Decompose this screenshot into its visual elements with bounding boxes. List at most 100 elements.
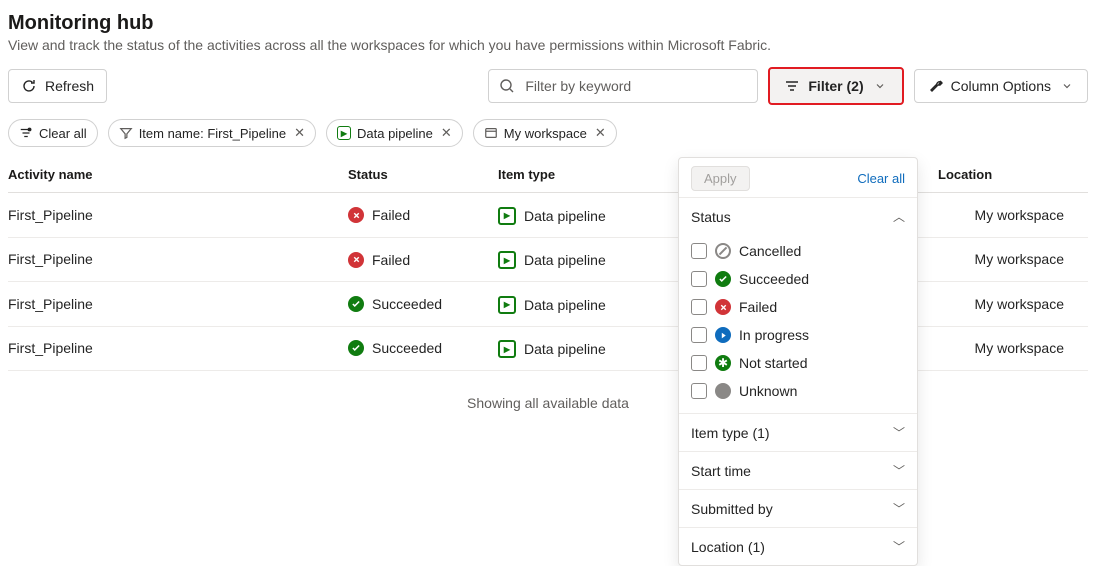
status-option-notstarted[interactable]: ✱ Not started [691, 349, 905, 377]
status-option-label: In progress [739, 327, 809, 343]
filter-chip-label: My workspace [504, 126, 587, 141]
apply-button[interactable]: Apply [691, 166, 750, 191]
cell-status: Succeeded [372, 296, 442, 312]
column-options-label: Column Options [951, 78, 1051, 94]
col-header-location[interactable]: Location [938, 157, 1088, 193]
panel-section-status-label: Status [691, 209, 731, 225]
activities-table: Activity name Status Item type Start Loc… [8, 157, 1088, 371]
search-input[interactable] [523, 77, 747, 95]
filter-chip-label: Item name: First_Pipeline [139, 126, 286, 141]
search-icon [499, 78, 515, 94]
close-icon[interactable]: ✕ [441, 125, 452, 141]
panel-clear-all-link[interactable]: Clear all [857, 171, 905, 186]
page-subtitle: View and track the status of the activit… [8, 37, 1088, 53]
status-option-label: Unknown [739, 383, 797, 399]
cell-item-type: Data pipeline [524, 252, 606, 268]
table-row[interactable]: First_PipelineFailedData pipeline3:40 PM… [8, 193, 1088, 238]
table-row[interactable]: First_PipelineFailedData pipeline4:15 PM… [8, 237, 1088, 282]
close-icon[interactable]: ✕ [294, 125, 305, 141]
status-option-label: Failed [739, 299, 777, 315]
cell-item-type: Data pipeline [524, 297, 606, 313]
chevron-down-icon: ﹀ [893, 538, 905, 555]
status-option-label: Succeeded [739, 271, 809, 287]
checkbox[interactable] [691, 355, 707, 371]
filter-chip-workspace[interactable]: My workspace ✕ [473, 119, 617, 147]
chevron-down-icon [872, 78, 888, 94]
pipeline-icon [498, 207, 516, 225]
filter-panel: Apply Clear all Status ︿ Cancelled Succee… [678, 157, 918, 566]
cell-status: Failed [372, 252, 410, 268]
col-header-status[interactable]: Status [348, 157, 498, 193]
filter-chip-datapipeline[interactable]: Data pipeline ✕ [326, 119, 463, 147]
chevron-down-icon: ﹀ [893, 462, 905, 479]
refresh-button[interactable]: Refresh [8, 69, 107, 103]
status-badge-icon [348, 340, 364, 356]
checkbox[interactable] [691, 299, 707, 315]
panel-section-itemtype-label: Item type (1) [691, 425, 770, 441]
status-badge-icon [348, 207, 364, 223]
table-row[interactable]: First_PipelineSucceededData pipeline6:08… [8, 326, 1088, 371]
pipeline-icon [498, 296, 516, 314]
footer-message: Showing all available data [8, 371, 1088, 419]
checkbox[interactable] [691, 327, 707, 343]
filter-chip-icon [119, 126, 133, 140]
status-option-failed[interactable]: Failed [691, 293, 905, 321]
filter-chip-itemname[interactable]: Item name: First_Pipeline ✕ [108, 119, 316, 147]
status-badge-icon [348, 296, 364, 312]
chevron-up-icon: ︿ [893, 208, 905, 225]
checkbox[interactable] [691, 243, 707, 259]
status-option-icon [715, 243, 731, 259]
filter-label: Filter (2) [808, 78, 863, 94]
checkbox[interactable] [691, 271, 707, 287]
panel-section-starttime[interactable]: Start time ﹀ [679, 451, 917, 489]
cell-location: My workspace [938, 282, 1088, 327]
panel-section-location-label: Location (1) [691, 539, 765, 555]
cell-status: Succeeded [372, 340, 442, 356]
cell-status: Failed [372, 207, 410, 223]
panel-section-status[interactable]: Status ︿ [679, 197, 917, 235]
column-options-button[interactable]: Column Options [914, 69, 1088, 103]
status-option-label: Cancelled [739, 243, 801, 259]
refresh-icon [21, 78, 37, 94]
clear-filters-icon [19, 126, 33, 140]
search-input-wrapper[interactable] [488, 69, 758, 103]
status-option-succeeded[interactable]: Succeeded [691, 265, 905, 293]
clear-all-chip[interactable]: Clear all [8, 119, 98, 147]
status-option-icon: ✱ [715, 355, 731, 371]
panel-section-submittedby[interactable]: Submitted by ﹀ [679, 489, 917, 527]
cell-location: My workspace [938, 193, 1088, 238]
checkbox[interactable] [691, 383, 707, 399]
status-option-cancelled[interactable]: Cancelled [691, 237, 905, 265]
cell-activity-name: First_Pipeline [8, 237, 348, 282]
filter-icon [784, 78, 800, 94]
cell-activity-name: First_Pipeline [8, 193, 348, 238]
panel-section-starttime-label: Start time [691, 463, 751, 479]
cell-location: My workspace [938, 326, 1088, 371]
status-option-inprogress[interactable]: In progress [691, 321, 905, 349]
workspace-icon [484, 126, 498, 140]
status-option-icon [715, 327, 731, 343]
refresh-label: Refresh [45, 78, 94, 94]
table-row[interactable]: First_PipelineSucceededData pipeline3:42… [8, 282, 1088, 327]
wrench-icon [927, 78, 943, 94]
chevron-down-icon [1059, 78, 1075, 94]
status-option-label: Not started [739, 355, 807, 371]
pipeline-icon [498, 251, 516, 269]
panel-section-submittedby-label: Submitted by [691, 501, 773, 517]
status-option-unknown[interactable]: Unknown [691, 377, 905, 405]
cell-location: My workspace [938, 237, 1088, 282]
cell-item-type: Data pipeline [524, 208, 606, 224]
filter-button[interactable]: Filter (2) [768, 67, 903, 105]
cell-item-type: Data pipeline [524, 341, 606, 357]
page-title: Monitoring hub [8, 12, 1088, 35]
col-header-itemtype[interactable]: Item type [498, 157, 678, 193]
col-header-activity[interactable]: Activity name [8, 157, 348, 193]
pipeline-icon [498, 340, 516, 358]
status-option-icon [715, 383, 731, 399]
panel-section-itemtype[interactable]: Item type (1) ﹀ [679, 413, 917, 451]
chevron-down-icon: ﹀ [893, 424, 905, 441]
status-badge-icon [348, 252, 364, 268]
cell-activity-name: First_Pipeline [8, 326, 348, 371]
close-icon[interactable]: ✕ [595, 125, 606, 141]
panel-section-location[interactable]: Location (1) ﹀ [679, 527, 917, 565]
